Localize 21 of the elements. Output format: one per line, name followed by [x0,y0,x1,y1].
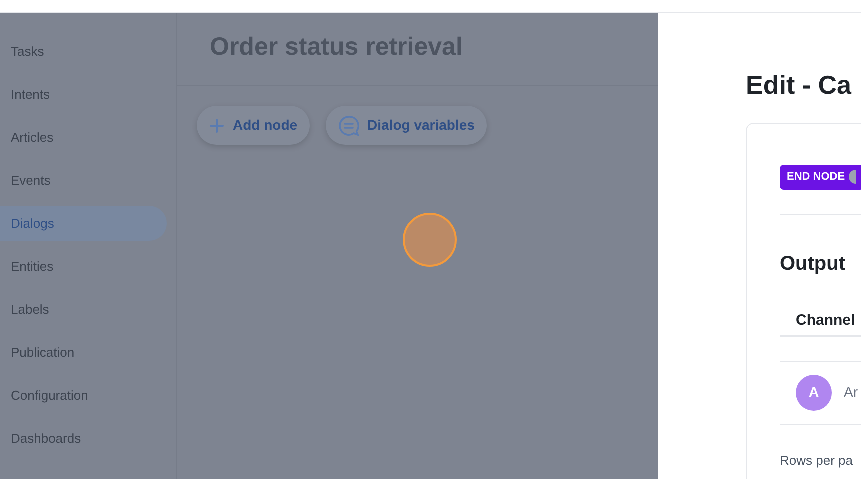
sidebar-item[interactable]: Configuration [0,378,167,413]
avatar: A [796,374,832,411]
sidebar-item[interactable]: Intents [0,77,167,112]
dialog-variables-button[interactable]: Dialog variables [326,106,487,145]
sidebar-item[interactable]: Dashboards [0,421,167,456]
sidebar-item[interactable]: Dialogs [0,206,167,241]
sidebar-item[interactable]: Tasks [0,34,167,69]
sidebar-item[interactable]: Labels [0,292,167,327]
table-cell-text: Ar [844,383,858,402]
section-title: Output [780,252,847,277]
end-node-badge: END NODE [780,164,861,190]
drawer-title: Edit - Ca [746,69,853,102]
sidebar-item[interactable]: Entities [0,249,167,284]
sidebar-item[interactable]: Events [0,163,167,198]
sidebar-item[interactable]: Publication [0,335,167,370]
chat-bubble-icon [338,114,360,136]
sidebar-item[interactable]: Articles [0,120,167,155]
add-node-button[interactable]: Add node [197,106,310,145]
column-header: Channel [796,312,856,329]
plus-icon [209,118,225,134]
rows-per-page-label: Rows per pa [780,452,854,470]
